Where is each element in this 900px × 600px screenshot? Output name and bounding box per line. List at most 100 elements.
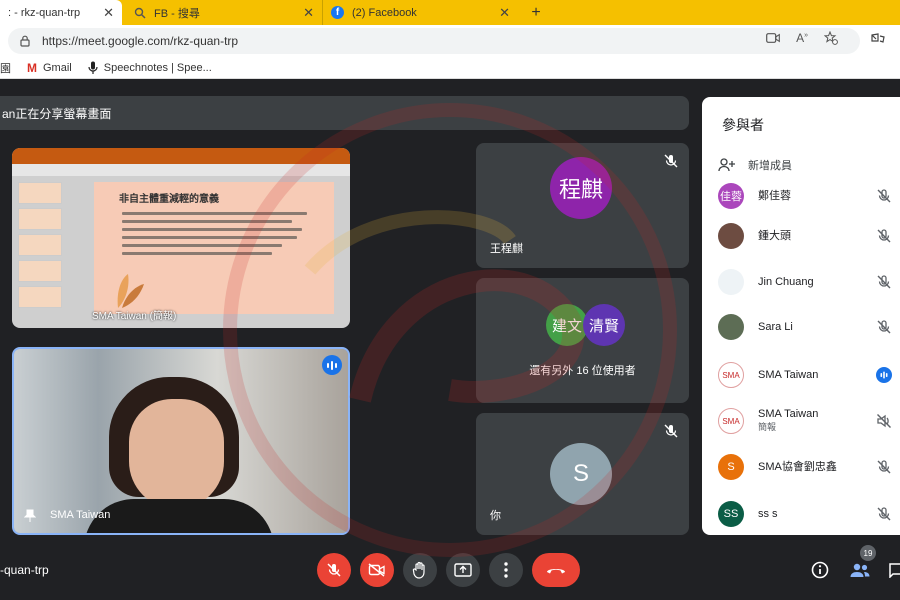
meeting-details-button[interactable] <box>808 558 832 582</box>
participant-subtitle: 簡報 <box>758 422 777 432</box>
tab-facebook[interactable]: f (2) Facebook ✕ <box>322 0 518 25</box>
bookmarks-bar: 園 M Gmail Speechnotes | Spee... <box>0 57 900 79</box>
tab-strip: : - rkz-quan-trp ✕ FB - 搜尋 ✕ f (2) Faceb… <box>0 0 900 25</box>
mic-off-icon <box>877 275 891 289</box>
tab-fb-search[interactable]: FB - 搜尋 ✕ <box>126 0 322 25</box>
camera-tile-sma-taiwan[interactable]: SMA Taiwan <box>12 347 350 535</box>
chat-icon <box>889 563 900 578</box>
tab-label: (2) Facebook <box>352 6 417 19</box>
more-options-button[interactable] <box>489 553 523 587</box>
camera-icon[interactable] <box>766 33 780 43</box>
avatar-initials: S <box>572 460 589 487</box>
presenting-banner: an正在分享螢幕畫面 <box>0 96 689 130</box>
slide-thumbnail <box>18 182 62 204</box>
raise-hand-button[interactable] <box>403 553 437 587</box>
avatar <box>718 223 744 249</box>
participant-row[interactable]: SMA SMA Taiwan <box>718 360 900 390</box>
avatar <box>718 314 744 340</box>
mic-off-icon <box>877 189 891 203</box>
lock-icon[interactable] <box>20 35 30 47</box>
slide-text-line <box>122 228 302 231</box>
participant-row[interactable]: SS ss s <box>718 499 900 529</box>
bookmark-speechnotes[interactable]: Speechnotes | Spee... <box>88 61 212 75</box>
address-bar: https://meet.google.com/rkz-quan-trp A» <box>0 25 900 57</box>
bookmark-item[interactable]: 園 <box>0 60 11 76</box>
microphone-icon <box>88 61 98 74</box>
participant-row[interactable]: S SMA協會劉忠鑫 <box>718 452 900 482</box>
people-icon <box>850 563 870 577</box>
slide-text-line <box>122 220 292 223</box>
new-tab-button[interactable]: + <box>522 0 550 25</box>
info-icon <box>811 561 829 579</box>
participant-name-text: ss s <box>758 507 778 520</box>
close-icon[interactable]: ✕ <box>103 5 114 21</box>
avatar: 程麒 <box>550 157 612 219</box>
current-slide: 非自主體重減輕的意義 <box>94 182 334 314</box>
mic-toggle-button[interactable] <box>317 553 351 587</box>
mic-off-icon <box>664 154 678 168</box>
volume-off-icon <box>877 414 891 428</box>
self-tile[interactable]: S 你 <box>476 413 689 535</box>
present-icon <box>454 563 472 577</box>
bookmark-gmail[interactable]: M Gmail <box>27 61 72 75</box>
mic-off-icon <box>664 424 678 438</box>
leaf-decoration-icon <box>117 274 144 308</box>
speaker-face <box>129 399 224 509</box>
close-icon[interactable]: ✕ <box>303 5 314 21</box>
favorites-star-icon[interactable] <box>824 31 838 45</box>
collections-icon[interactable] <box>870 32 886 48</box>
pin-icon[interactable] <box>24 509 36 523</box>
participant-name: SMA Taiwan <box>758 369 866 382</box>
participant-name-text: SMA Taiwan <box>758 368 819 381</box>
tab-meet[interactable]: : - rkz-quan-trp ✕ <box>0 0 122 25</box>
avatar: SMA <box>718 408 744 434</box>
avatar: 建文 <box>546 304 588 346</box>
ppt-toolbar <box>12 164 350 176</box>
hand-icon <box>412 561 425 579</box>
camera-toggle-button[interactable] <box>360 553 394 587</box>
participant-name: Jin Chuang <box>758 276 866 289</box>
slide-thumbnail <box>18 208 62 230</box>
avatar: SS <box>718 501 744 527</box>
participant-name: 鍾大頭 <box>758 230 866 243</box>
bookmark-label: Gmail <box>43 61 72 74</box>
url-field[interactable]: https://meet.google.com/rkz-quan-trp <box>8 28 860 54</box>
presentation-tile[interactable]: 非自主體重減輕的意義 SMA Taiwan (簡報) <box>12 148 350 328</box>
others-tile[interactable]: 建文 清賢 還有另外 16 位使用者 <box>476 278 689 403</box>
avatar <box>718 269 744 295</box>
slide-text-line <box>122 252 272 255</box>
more-vert-icon <box>504 562 508 578</box>
participant-name-text: SMA協會劉忠鑫 <box>758 460 837 473</box>
participant-row[interactable]: 鍾大頭 <box>718 221 900 251</box>
tile-name: 你 <box>490 510 501 522</box>
participant-tile[interactable]: 程麒 王程麒 <box>476 143 689 268</box>
participant-row[interactable]: SMA SMA Taiwan 簡報 <box>718 406 900 436</box>
read-aloud-icon[interactable]: A» <box>796 31 808 45</box>
add-member-button[interactable]: 新增成員 <box>718 157 792 173</box>
participant-name-text: 鄭佳蓉 <box>758 189 791 202</box>
participant-name: ss s <box>758 508 866 521</box>
avatar: 佳蓉 <box>718 183 744 209</box>
speaking-indicator-icon <box>876 367 892 383</box>
present-screen-button[interactable] <box>446 553 480 587</box>
leave-call-button[interactable] <box>532 553 580 587</box>
mic-off-icon <box>877 460 891 474</box>
tile-name: 王程麒 <box>490 243 523 255</box>
bookmark-label: 園 <box>0 62 11 75</box>
mic-off-icon <box>327 563 341 577</box>
participant-row[interactable]: 佳蓉 鄭佳蓉 <box>718 181 900 211</box>
gmail-icon: M <box>27 60 37 75</box>
slide-text-line <box>122 244 282 247</box>
participant-name: SMA Taiwan 簡報 <box>758 408 866 434</box>
avatar: S <box>718 454 744 480</box>
facebook-icon: f <box>331 6 344 19</box>
people-button[interactable] <box>848 558 872 582</box>
mic-off-icon <box>877 507 891 521</box>
close-icon[interactable]: ✕ <box>499 5 510 21</box>
participant-name: SMA協會劉忠鑫 <box>758 461 866 474</box>
participant-row[interactable]: Jin Chuang <box>718 267 900 297</box>
avatar-initials: 清賢 <box>588 317 619 335</box>
participant-name-text: Sara Li <box>758 320 793 333</box>
chat-button[interactable] <box>884 558 900 582</box>
participant-row[interactable]: Sara Li <box>718 312 900 342</box>
